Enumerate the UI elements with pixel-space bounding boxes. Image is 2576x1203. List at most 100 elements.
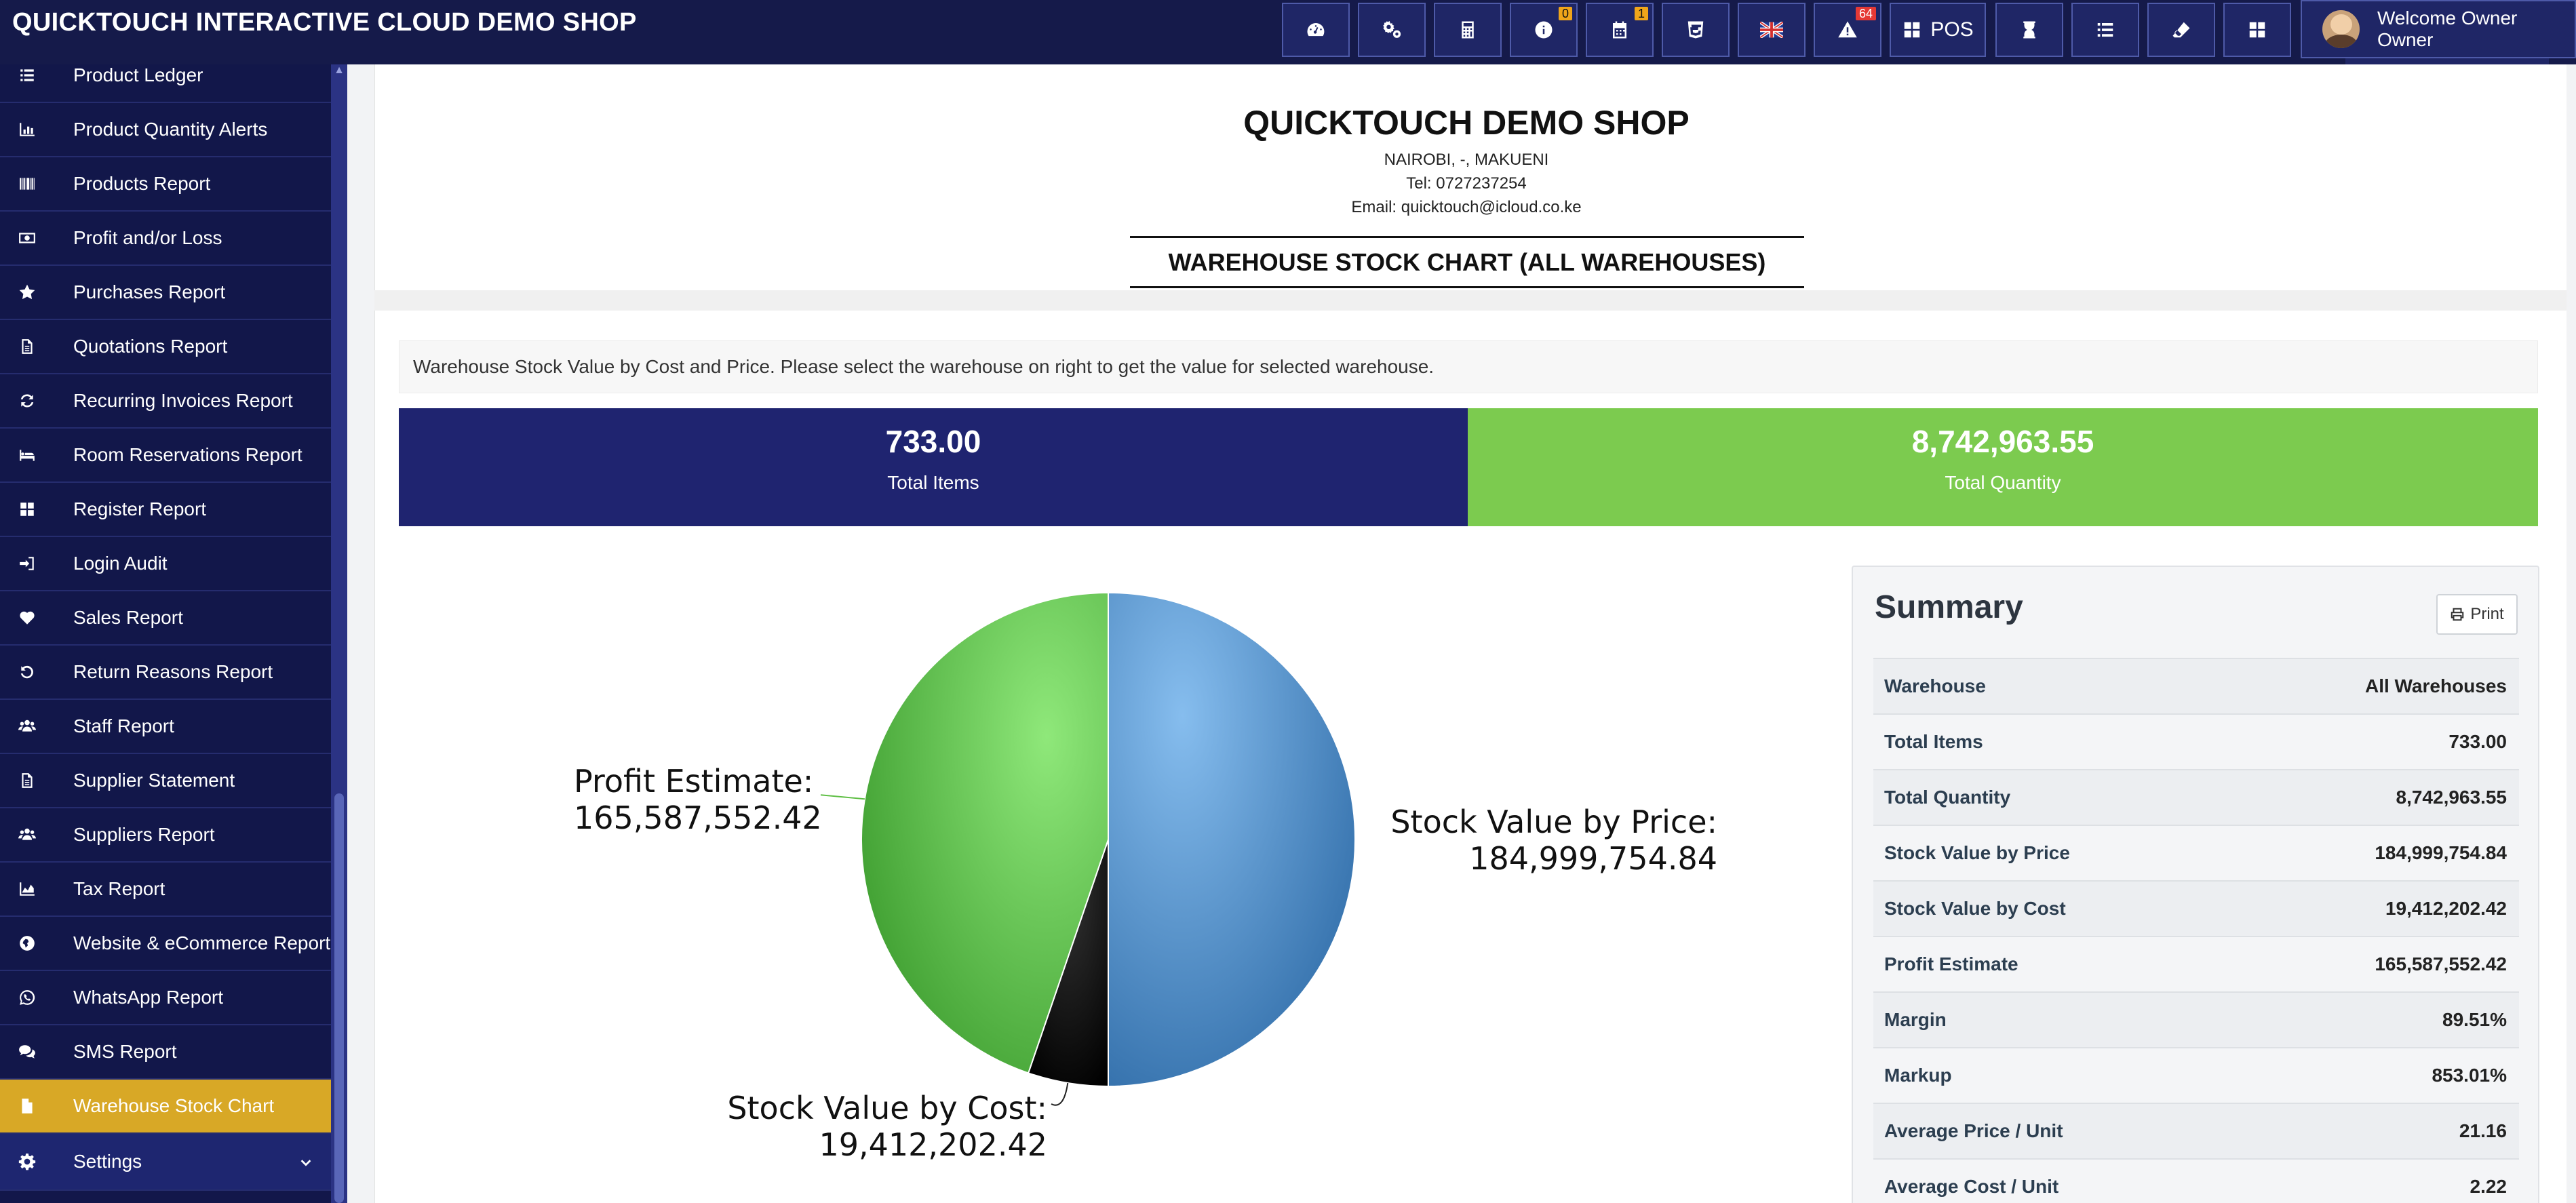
sidebar-item-settings[interactable]: Settings (0, 1134, 331, 1191)
sidebar-item-label: Warehouse Stock Chart (73, 1095, 275, 1116)
summary-key: Average Price / Unit (1884, 1120, 2063, 1141)
sidebar-item-recurring-invoices-report[interactable]: Recurring Invoices Report (0, 374, 331, 429)
apps-button[interactable] (2223, 3, 2291, 57)
summary-value: 19,412,202.42 (2385, 898, 2507, 919)
sidebar-item-staff-report[interactable]: Staff Report (0, 700, 331, 754)
print-label: Print (2470, 605, 2504, 623)
sidebar-item-label: Supplier Statement (73, 770, 235, 791)
total-quantity-value: 8,742,963.55 (1911, 424, 2094, 459)
pie-label-name: Stock Value by Cost: (727, 1090, 1047, 1126)
summary-key: Stock Value by Cost (1884, 898, 2066, 919)
sidebar-item-label: Purchases Report (73, 281, 226, 302)
theme-button[interactable] (1662, 3, 1730, 57)
sidebar-item-warehouse-stock-chart[interactable]: Warehouse Stock Chart (0, 1080, 331, 1134)
summary-panel: Summary Print Warehouse All Warehouses Tot… (1852, 566, 2539, 1203)
summary-title: Summary (1875, 589, 2023, 625)
summary-value: 165,587,552.42 (2375, 953, 2507, 974)
total-quantity-card: 8,742,963.55 Total Quantity (1468, 408, 2538, 526)
sidebar-item-label: SMS Report (73, 1041, 177, 1062)
sidebar-item-quotations-report[interactable]: Quotations Report (0, 320, 331, 374)
timer-button[interactable] (1995, 3, 2063, 57)
calendar-button[interactable]: 1 (1586, 3, 1654, 57)
summary-row: Total Quantity 8,742,963.55 (1873, 769, 2519, 825)
list-icon (2097, 23, 2113, 37)
sidebar-item-label: Profit and/or Loss (73, 227, 222, 248)
chevron-down-icon[interactable] (298, 1153, 316, 1170)
sidebar-item-sms-report[interactable]: SMS Report (0, 1025, 331, 1080)
sidebar-item-product-ledger[interactable]: Product Ledger (0, 49, 331, 103)
pos-button[interactable]: POS (1890, 3, 1986, 57)
summary-row: Average Price / Unit 21.16 (1873, 1103, 2519, 1158)
shop-address: NAIROBI, -, MAKUENI (1384, 151, 1549, 169)
sidebar-item-product-quantity-alerts[interactable]: Product Quantity Alerts (0, 103, 331, 157)
sidebar-item-purchases-report[interactable]: Purchases Report (0, 266, 331, 320)
language-button[interactable] (1738, 3, 1806, 57)
sidebar-item-label: Recurring Invoices Report (73, 390, 293, 411)
sidebar-item-website-ecommerce-report[interactable]: Website & eCommerce Report (0, 917, 331, 971)
info-button[interactable]: 0 (1510, 3, 1578, 57)
print-button[interactable]: Print (2436, 594, 2518, 635)
summary-key: Total Items (1884, 731, 1983, 752)
pie-slice[interactable] (1108, 591, 1356, 1088)
sidebar-scrollbar-thumb[interactable] (334, 793, 344, 1203)
dashboard-button[interactable] (1282, 3, 1350, 57)
area-chart-icon (18, 880, 37, 899)
sidebar-item-register-report[interactable]: Register Report (0, 483, 331, 537)
integrations-button[interactable] (1358, 3, 1426, 57)
sidebar-item-login-audit[interactable]: Login Audit (0, 537, 331, 591)
sidebar-item-label: Staff Report (73, 715, 174, 736)
brand-title[interactable]: QUICKTOUCH INTERACTIVE CLOUD DEMO SHOP (12, 8, 637, 37)
pie-leader-line (820, 794, 865, 800)
sidebar-item-return-reasons-report[interactable]: Return Reasons Report (0, 646, 331, 700)
alerts-button[interactable]: 64 (1814, 3, 1881, 57)
summary-row: Stock Value by Cost 19,412,202.42 (1873, 880, 2519, 936)
eraser-button[interactable] (2147, 3, 2215, 57)
sidebar-item-profit-loss[interactable]: Profit and/or Loss (0, 212, 331, 266)
calculator-button[interactable] (1434, 3, 1502, 57)
pie-leader-line (1051, 1082, 1069, 1106)
user-menu-button[interactable]: Welcome Owner Owner (2301, 0, 2576, 58)
warehouse-pie-chart: Stock Value by Price:184,999,754.84 Stock… (574, 591, 1717, 1163)
summary-key: Stock Value by Price (1884, 842, 2070, 863)
eraser-icon (2172, 22, 2190, 38)
whatsapp-icon (18, 988, 37, 1007)
sidebar-item-tax-report[interactable]: Tax Report (0, 863, 331, 917)
summary-value: 21.16 (2459, 1120, 2507, 1141)
sidebar-item-suppliers-report[interactable]: Suppliers Report (0, 808, 331, 863)
flag-uk-icon (1760, 22, 1783, 38)
barcode-icon (18, 174, 37, 193)
sidebar-item-label: Sales Report (73, 607, 183, 628)
list-button[interactable] (2071, 3, 2139, 57)
summary-key: Total Quantity (1884, 787, 2011, 808)
total-items-card: 733.00 Total Items (399, 408, 1468, 526)
users-icon (18, 825, 37, 844)
star-icon (18, 283, 37, 302)
pie-label-name: Profit Estimate: (574, 763, 813, 800)
money-icon (18, 229, 37, 248)
globe-icon (18, 934, 37, 953)
scroll-up-icon[interactable]: ▲ (333, 64, 345, 77)
summary-key: Margin (1884, 1009, 1947, 1030)
grid-icon (18, 500, 37, 519)
list-icon (18, 66, 37, 85)
pie-label-value: 19,412,202.42 (819, 1126, 1047, 1163)
summary-key: Warehouse (1884, 675, 1986, 696)
summary-row: Warehouse All Warehouses (1873, 658, 2519, 713)
summary-row: Stock Value by Price 184,999,754.84 (1873, 825, 2519, 880)
summary-row: Markup 853.01% (1873, 1047, 2519, 1103)
pos-label: POS (1930, 18, 1974, 41)
sidebar-item-sales-report[interactable]: Sales Report (0, 591, 331, 646)
file-icon (18, 1097, 37, 1116)
summary-key: Profit Estimate (1884, 953, 2018, 974)
sidebar-item-products-report[interactable]: Products Report (0, 157, 331, 212)
summary-value: 733.00 (2448, 731, 2507, 752)
sidebar-item-whatsapp-report[interactable]: WhatsApp Report (0, 971, 331, 1025)
pie-slices (861, 591, 1356, 1088)
report-title: WAREHOUSE STOCK CHART (ALL WAREHOUSES) (1168, 248, 1766, 276)
css-icon (1687, 21, 1704, 39)
sidebar-item-label: Settings (73, 1151, 142, 1172)
sidebar-item-room-reservations-report[interactable]: Room Reservations Report (0, 429, 331, 483)
summary-value: 89.51% (2442, 1009, 2507, 1030)
title-rule-top (1130, 236, 1804, 238)
sidebar-item-supplier-statement[interactable]: Supplier Statement (0, 754, 331, 808)
